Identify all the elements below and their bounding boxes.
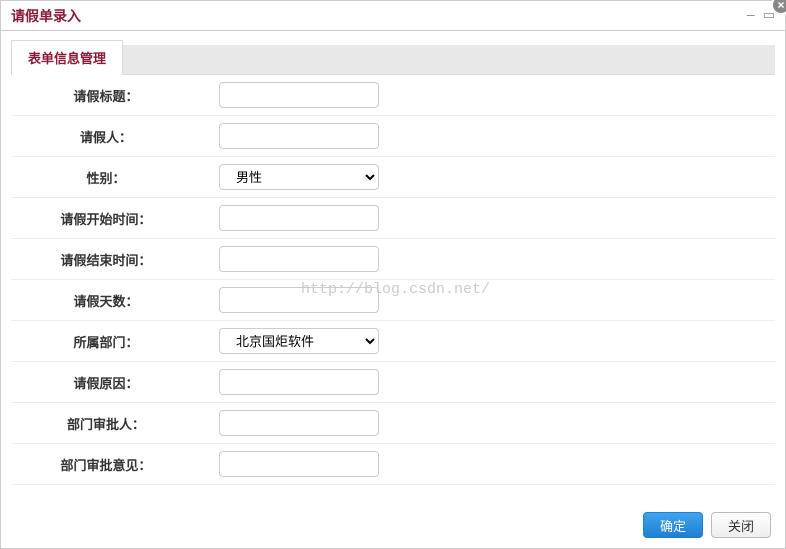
- close-button[interactable]: 关闭: [711, 512, 771, 538]
- title-bar: 请假单录入 — ▭: [1, 1, 785, 31]
- label-start-time: 请假开始时间：: [11, 198, 201, 239]
- row-gender: 性别： 男性: [11, 157, 775, 198]
- dialog-content: 表单信息管理 请假标题： 请假人： 性别： 男性 请假开始时间：: [1, 31, 785, 495]
- input-leave-title[interactable]: [219, 82, 379, 108]
- dialog-footer: 确定 关闭: [643, 512, 771, 538]
- input-approver[interactable]: [219, 410, 379, 436]
- input-reason[interactable]: [219, 369, 379, 395]
- label-applicant: 请假人：: [11, 116, 201, 157]
- dialog-title: 请假单录入: [11, 6, 81, 26]
- label-days: 请假天数：: [11, 280, 201, 321]
- row-approver: 部门审批人：: [11, 403, 775, 444]
- row-start-time: 请假开始时间：: [11, 198, 775, 239]
- row-days: 请假天数：: [11, 280, 775, 321]
- input-start-time[interactable]: [219, 205, 379, 231]
- label-reason: 请假原因：: [11, 362, 201, 403]
- window-controls: — ▭: [747, 8, 775, 23]
- dialog-window: × 请假单录入 — ▭ 表单信息管理 请假标题： 请假人： 性别：: [0, 0, 786, 549]
- input-applicant[interactable]: [219, 123, 379, 149]
- input-end-time[interactable]: [219, 246, 379, 272]
- row-department: 所属部门： 北京国炬软件: [11, 321, 775, 362]
- row-reason: 请假原因：: [11, 362, 775, 403]
- select-gender[interactable]: 男性: [219, 164, 379, 190]
- label-approver: 部门审批人：: [11, 403, 201, 444]
- label-department: 所属部门：: [11, 321, 201, 362]
- label-end-time: 请假结束时间：: [11, 239, 201, 280]
- label-approval-comment: 部门审批意见：: [11, 444, 201, 485]
- minimize-icon[interactable]: —: [747, 8, 755, 23]
- label-leave-title: 请假标题：: [11, 75, 201, 116]
- input-approval-comment[interactable]: [219, 451, 379, 477]
- row-leave-title: 请假标题：: [11, 75, 775, 116]
- tab-form-info[interactable]: 表单信息管理: [11, 40, 123, 75]
- row-end-time: 请假结束时间：: [11, 239, 775, 280]
- tab-strip: 表单信息管理: [11, 45, 775, 75]
- row-approval-comment: 部门审批意见：: [11, 444, 775, 485]
- form-table: 请假标题： 请假人： 性别： 男性 请假开始时间： 请假结束时间：: [11, 75, 775, 485]
- label-gender: 性别：: [11, 157, 201, 198]
- input-days[interactable]: [219, 287, 379, 313]
- row-applicant: 请假人：: [11, 116, 775, 157]
- select-department[interactable]: 北京国炬软件: [219, 328, 379, 354]
- ok-button[interactable]: 确定: [643, 512, 703, 538]
